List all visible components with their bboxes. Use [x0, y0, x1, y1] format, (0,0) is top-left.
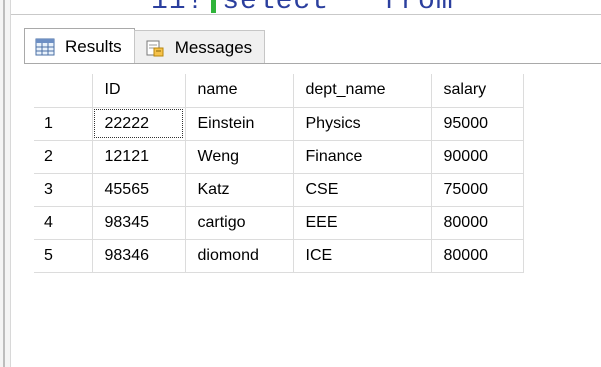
tab-divider — [24, 63, 601, 64]
code-line: 11! select from — [151, 0, 454, 14]
cell-salary[interactable]: 80000 — [430, 238, 524, 273]
grid-header-row: ID name dept_name salary — [34, 74, 524, 108]
row-number[interactable]: 5 — [34, 238, 93, 273]
row-number[interactable]: 1 — [34, 106, 93, 141]
cell-id[interactable]: 22222 — [91, 106, 186, 141]
cell-name[interactable]: Einstein — [184, 106, 294, 141]
table-row[interactable]: 5 98346 diomond ICE 80000 — [34, 238, 524, 273]
tab-messages-label: Messages — [174, 37, 253, 57]
table-row[interactable]: 3 45565 Katz CSE 75000 — [34, 172, 524, 207]
results-tab-bar: Results Messages — [24, 26, 266, 64]
tab-results[interactable]: Results — [24, 28, 135, 64]
cell-salary[interactable]: 80000 — [430, 205, 524, 240]
cell-id[interactable]: 98345 — [91, 205, 186, 240]
cell-dept-name[interactable]: CSE — [292, 172, 432, 207]
cell-dept-name[interactable]: EEE — [292, 205, 432, 240]
row-number[interactable]: 2 — [34, 139, 93, 174]
cell-name[interactable]: Katz — [184, 172, 294, 207]
row-number[interactable]: 4 — [34, 205, 93, 240]
cell-salary[interactable]: 95000 — [430, 106, 524, 141]
cell-id[interactable]: 98346 — [91, 238, 186, 273]
editor-gutter — [0, 0, 11, 367]
query-results-window: 11! select from Results — [0, 0, 601, 367]
query-editor[interactable]: 11! select from — [11, 0, 601, 15]
cell-name[interactable]: cartigo — [184, 205, 294, 240]
results-grid-icon — [35, 38, 55, 56]
column-header-salary[interactable]: salary — [430, 74, 524, 108]
tab-results-label: Results — [65, 36, 122, 56]
column-header-dept-name[interactable]: dept_name — [292, 74, 432, 108]
tab-messages[interactable]: Messages — [133, 30, 266, 64]
table-row[interactable]: 1 22222 Einstein Physics 95000 — [34, 106, 524, 141]
cell-salary[interactable]: 90000 — [430, 139, 524, 174]
cell-id[interactable]: 45565 — [91, 172, 186, 207]
row-number-header[interactable] — [34, 74, 93, 108]
table-row[interactable]: 2 12121 Weng Finance 90000 — [34, 139, 524, 174]
change-marker — [211, 0, 216, 13]
results-grid[interactable]: ID name dept_name salary 1 22222 Einstei… — [34, 74, 524, 273]
cell-dept-name[interactable]: ICE — [292, 238, 432, 273]
cell-dept-name[interactable]: Finance — [292, 139, 432, 174]
messages-icon — [145, 39, 165, 57]
cell-dept-name[interactable]: Physics — [292, 106, 432, 141]
row-number[interactable]: 3 — [34, 172, 93, 207]
cell-id[interactable]: 12121 — [91, 139, 186, 174]
cell-name[interactable]: Weng — [184, 139, 294, 174]
cell-name[interactable]: diomond — [184, 238, 294, 273]
column-header-name[interactable]: name — [184, 74, 294, 108]
table-row[interactable]: 4 98345 cartigo EEE 80000 — [34, 205, 524, 240]
gutter-line — [3, 0, 5, 367]
cell-salary[interactable]: 75000 — [430, 172, 524, 207]
column-header-id[interactable]: ID — [91, 74, 186, 108]
